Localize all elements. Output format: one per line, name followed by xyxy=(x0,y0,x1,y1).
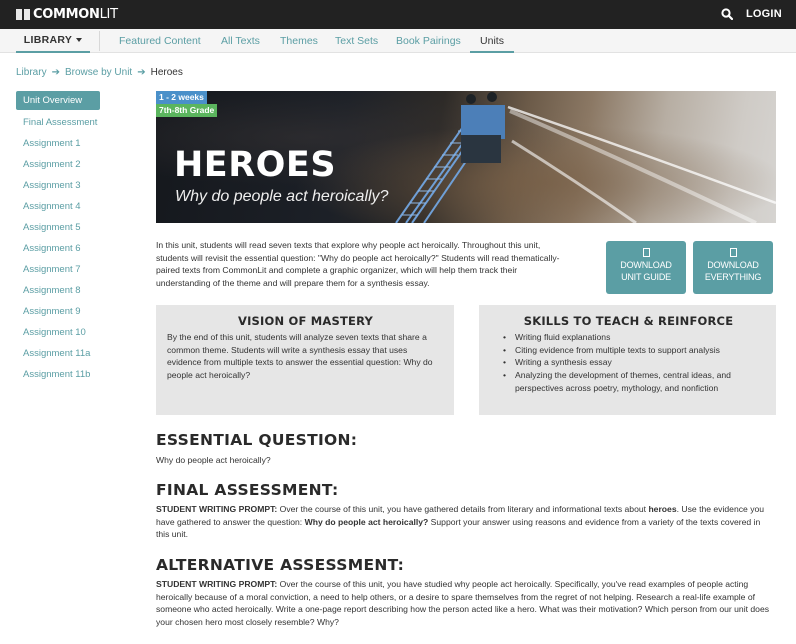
download-label: UNIT GUIDE xyxy=(621,272,671,282)
sidebar-item-assignment-5[interactable]: Assignment 5 xyxy=(16,217,100,238)
sidebar-item-assignment-1[interactable]: Assignment 1 xyxy=(16,133,100,154)
skills-title: SKILLS TO TEACH & REINFORCE xyxy=(523,314,734,328)
final-assessment-text: STUDENT WRITING PROMPT: Over the course … xyxy=(156,503,776,541)
arrow-right-icon: ➔ xyxy=(137,67,146,78)
skill-item: Citing evidence from multiple texts to s… xyxy=(503,344,766,357)
vision-title: VISION OF MASTERY xyxy=(237,314,374,328)
alternative-assessment-text: STUDENT WRITING PROMPT: Over the course … xyxy=(156,578,776,629)
essential-question-text: Why do people act heroically? xyxy=(156,455,271,465)
prompt-label: STUDENT WRITING PROMPT: xyxy=(156,504,278,514)
sidebar-item-assignment-11a[interactable]: Assignment 11a xyxy=(16,343,100,364)
breadcrumb-library[interactable]: Library xyxy=(16,67,47,78)
breadcrumb-current: Heroes xyxy=(150,67,183,78)
logo-text: COMMONLIT xyxy=(33,7,118,22)
sidebar-item-assignment-9[interactable]: Assignment 9 xyxy=(16,301,100,322)
nav-units[interactable]: Units xyxy=(470,29,514,53)
breadcrumb-browse-by-unit[interactable]: Browse by Unit xyxy=(65,67,132,78)
skill-item: Analyzing the development of themes, cen… xyxy=(503,369,766,394)
download-label: DOWNLOAD xyxy=(707,260,759,270)
nav-text-sets[interactable]: Text Sets xyxy=(335,29,378,53)
nav-book-pairings[interactable]: Book Pairings xyxy=(396,29,461,53)
document-icon xyxy=(642,248,650,257)
essential-question-heading: ESSENTIAL QUESTION: xyxy=(156,431,358,449)
sidebar-item-assignment-8[interactable]: Assignment 8 xyxy=(16,280,100,301)
arrow-right-icon: ➔ xyxy=(51,67,60,78)
login-button[interactable]: LOGIN xyxy=(746,8,782,20)
document-icon xyxy=(729,248,737,257)
alternative-assessment-heading: ALTERNATIVE ASSESSMENT: xyxy=(156,556,405,574)
skills-box: SKILLS TO TEACH & REINFORCE Writing flui… xyxy=(479,305,776,415)
caret-down-icon xyxy=(76,38,83,42)
prompt-text: Over the course of this unit, you have g… xyxy=(277,504,649,514)
sidebar-item-final-assessment[interactable]: Final Assessment xyxy=(16,112,100,133)
nav-featured-content[interactable]: Featured Content xyxy=(119,29,201,53)
vision-text: By the end of this unit, students will a… xyxy=(167,332,433,380)
unit-hero-banner: 1 - 2 weeks 7th-8th Grade HEROES Why do … xyxy=(156,91,776,223)
sidebar-item-assignment-4[interactable]: Assignment 4 xyxy=(16,196,100,217)
library-label: LIBRARY xyxy=(23,34,73,46)
library-dropdown[interactable]: LIBRARY xyxy=(16,29,90,53)
sidebar-item-assignment-10[interactable]: Assignment 10 xyxy=(16,322,100,343)
sidebar-item-unit-overview[interactable]: Unit Overview xyxy=(16,91,100,110)
grade-badge: 7th-8th Grade xyxy=(156,104,218,117)
book-icon xyxy=(16,9,30,20)
unit-title: HEROES xyxy=(174,145,337,185)
search-icon[interactable] xyxy=(721,8,733,20)
skills-list: Writing fluid explanations Citing eviden… xyxy=(491,331,766,395)
commonlit-logo[interactable]: COMMONLIT xyxy=(16,7,118,22)
download-label: EVERYTHING xyxy=(704,272,762,282)
unit-sidebar: Unit Overview Final Assessment Assignmen… xyxy=(16,91,100,385)
download-everything-button[interactable]: DOWNLOAD EVERYTHING xyxy=(693,241,773,294)
download-unit-guide-button[interactable]: DOWNLOAD UNIT GUIDE xyxy=(606,241,686,294)
nav-all-texts[interactable]: All Texts xyxy=(221,29,260,53)
skill-item: Writing a synthesis essay xyxy=(503,356,766,369)
library-nav: LIBRARY Featured Content All Texts Theme… xyxy=(0,29,796,53)
prompt-label: STUDENT WRITING PROMPT: xyxy=(156,579,278,589)
sidebar-item-assignment-2[interactable]: Assignment 2 xyxy=(16,154,100,175)
nav-themes[interactable]: Themes xyxy=(280,29,318,53)
sidebar-item-assignment-11b[interactable]: Assignment 11b xyxy=(16,364,100,385)
prompt-bold: heroes xyxy=(648,504,677,514)
sidebar-item-assignment-7[interactable]: Assignment 7 xyxy=(16,259,100,280)
sidebar-item-assignment-3[interactable]: Assignment 3 xyxy=(16,175,100,196)
prompt-bold: Why do people act heroically? xyxy=(304,516,429,527)
duration-badge: 1 - 2 weeks xyxy=(156,91,207,104)
breadcrumb: Library ➔ Browse by Unit ➔ Heroes xyxy=(16,67,183,78)
download-label: DOWNLOAD xyxy=(620,260,672,270)
vision-of-mastery-box: VISION OF MASTERY By the end of this uni… xyxy=(156,305,454,415)
unit-subtitle: Why do people act heroically? xyxy=(175,188,389,205)
sidebar-item-assignment-6[interactable]: Assignment 6 xyxy=(16,238,100,259)
nav-divider xyxy=(99,31,100,51)
final-assessment-heading: FINAL ASSESSMENT: xyxy=(156,481,339,499)
top-bar: COMMONLIT LOGIN xyxy=(0,0,796,29)
unit-intro: In this unit, students will read seven t… xyxy=(156,240,560,288)
skill-item: Writing fluid explanations xyxy=(503,331,766,344)
